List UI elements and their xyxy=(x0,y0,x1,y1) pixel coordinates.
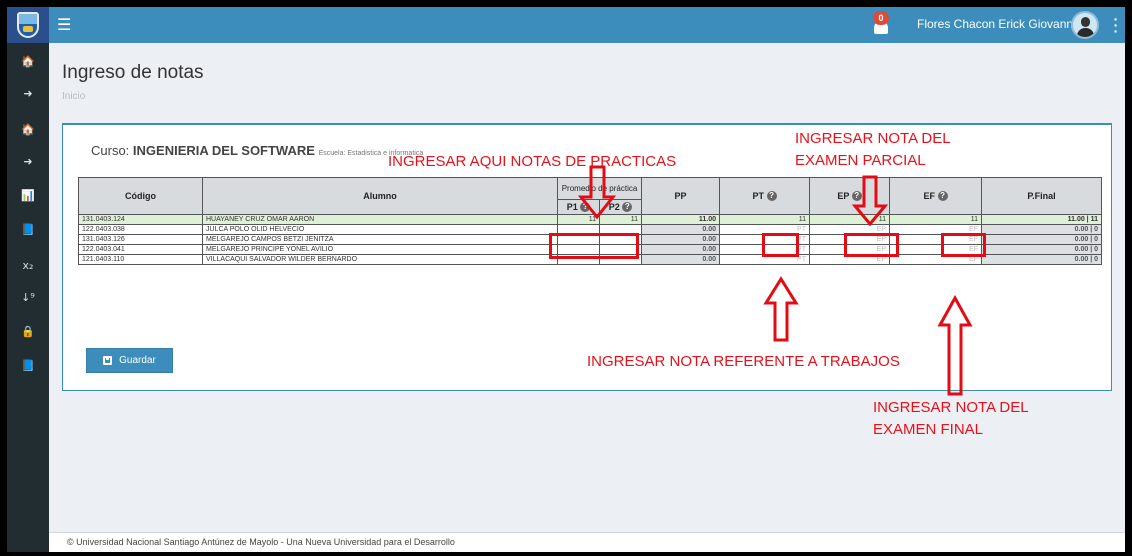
arrow-up-trabajos xyxy=(763,276,799,342)
app-frame: 🏠 ➜ 🏠 ➜ 📊 📘 x₂ ↓⁹ 🔒 📘 ☰ 0 Flores Chacon Erick Gio… xyxy=(7,7,1125,552)
arrow-down-parcial xyxy=(851,175,889,227)
annotation-arrows xyxy=(577,165,973,396)
arrow-up-final xyxy=(937,294,973,396)
arrow-down-practicas xyxy=(577,165,617,220)
